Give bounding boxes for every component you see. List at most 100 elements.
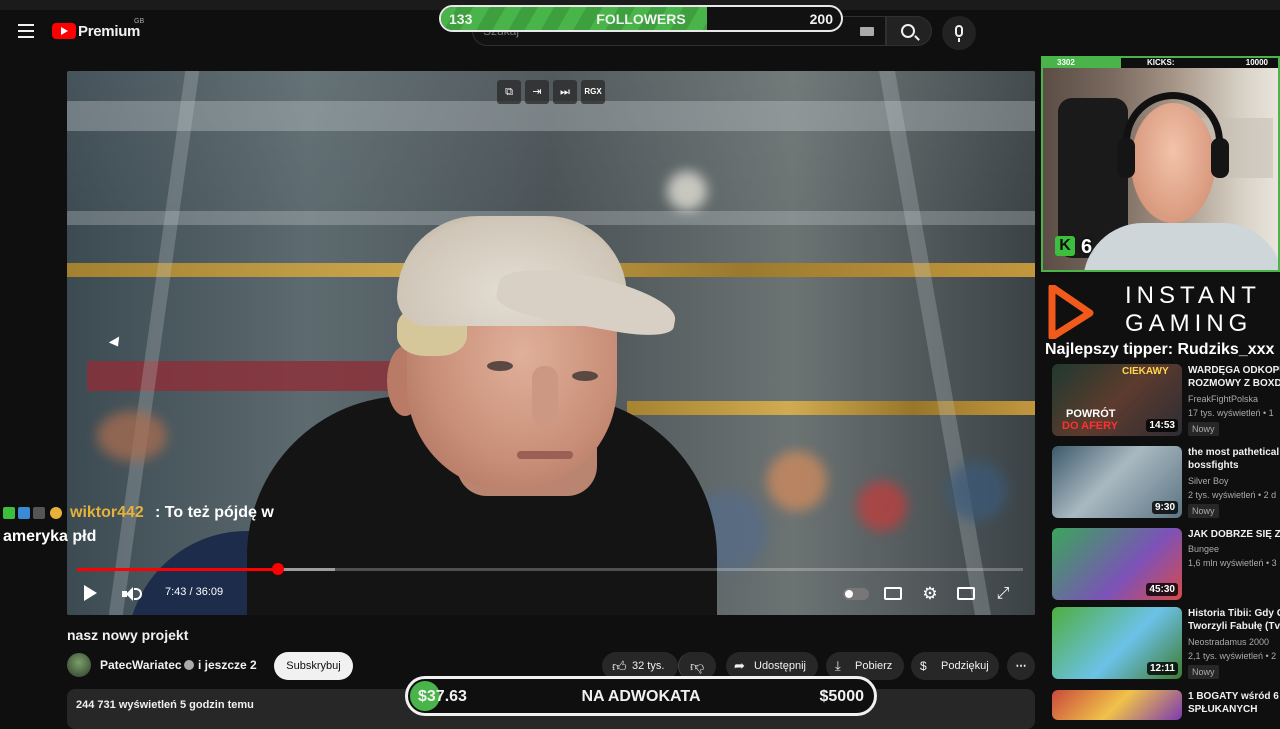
video-title-line2[interactable]: ROZMOWY Z BOXD [1188, 377, 1280, 390]
new-badge: Nowy [1188, 504, 1219, 518]
kick-logo-icon: K [1055, 236, 1075, 256]
video-views: 1,6 mln wyświetleń • 3 [1188, 558, 1277, 568]
thumb-text: DO AFERY [1062, 420, 1119, 432]
sponsor-line2: GAMING [1125, 310, 1253, 337]
view-count-time: 244 731 wyświetleń 5 godzin temu [76, 699, 254, 711]
video-player[interactable] [67, 71, 1035, 615]
logo-region: GB [134, 18, 145, 25]
rgx-button[interactable]: RGX [581, 80, 605, 104]
video-duration: 12:11 [1146, 662, 1178, 675]
recommended-video[interactable]: 9:30 the most pathetical bossfights Silv… [1052, 446, 1280, 524]
instant-gaming-logo-icon [1048, 285, 1094, 339]
kicks-label: KICKS: [1147, 58, 1175, 67]
sponsor-line1: INSTANT [1125, 282, 1261, 309]
donation-goal-target: $5000 [819, 688, 865, 705]
thanks-label: Podziękuj [941, 660, 989, 672]
recommended-video[interactable]: 45:30 JAK DOBRZE SIĘ ZI Bungee 1,6 mln w… [1052, 528, 1280, 606]
chat-badges [3, 507, 67, 521]
kick-badge-icon [3, 507, 15, 519]
channel-name[interactable]: Silver Boy [1188, 476, 1229, 486]
kick-count: 6 [1081, 236, 1093, 258]
kicks-bar: 3302 KICKS: 10000 [1043, 58, 1278, 68]
voice-search-button[interactable] [942, 16, 976, 50]
recommended-video[interactable]: 12:11 Historia Tibii: Gdy G Tworzyli Fab… [1052, 607, 1280, 685]
progress-played [77, 568, 279, 571]
donation-goal-label: NA ADWOKATA [581, 688, 701, 705]
kicks-right-value: 10000 [1245, 58, 1268, 67]
verified-icon [184, 660, 194, 670]
followers-goal-target: 200 [809, 11, 833, 27]
streamer-webcam: 3302 KICKS: 10000 K 6 [1041, 56, 1280, 272]
chat-username: wiktor442 [70, 504, 144, 521]
next-icon[interactable]: ⏭ [553, 80, 577, 104]
more-actions-icon[interactable]: ⋯ [1007, 652, 1035, 680]
channel-name[interactable]: Bungee [1188, 544, 1219, 554]
channel-name[interactable]: FreakFightPolska [1188, 394, 1258, 404]
video-progress-bar[interactable] [77, 563, 1023, 575]
video-thumbnail[interactable]: 45:30 [1052, 528, 1182, 600]
settings-gear-icon[interactable]: ⚙ [921, 585, 939, 603]
video-title[interactable]: Historia Tibii: Gdy G [1188, 607, 1280, 620]
video-title-line2[interactable]: Tworzyli Fabułę (Tv [1188, 620, 1280, 633]
theater-mode-icon[interactable] [957, 585, 975, 603]
video-title[interactable]: the most pathetical [1188, 446, 1280, 459]
logo-text: Premium [78, 23, 141, 40]
youtube-premium-logo[interactable]: Premium GB [52, 18, 144, 40]
video-title[interactable]: JAK DOBRZE SIĘ ZI [1188, 528, 1280, 541]
search-button[interactable] [886, 16, 932, 46]
gun-badge-icon [33, 507, 45, 519]
video-duration: 45:30 [1146, 583, 1178, 596]
fullscreen-icon[interactable]: ⤢ [994, 585, 1012, 603]
chat-text: : To też pójdę w [155, 504, 274, 521]
video-title[interactable]: WARDĘGA ODKOPU [1188, 364, 1280, 377]
video-duration: 14:53 [1146, 419, 1178, 432]
followers-goal-label: FOLLOWERS [596, 11, 686, 27]
video-frame [67, 71, 1035, 615]
avatar[interactable] [67, 653, 91, 677]
thanks-icon: $ [920, 659, 927, 673]
channel-name[interactable]: PatecWariatec [100, 658, 182, 672]
instant-gaming-banner: INSTANT GAMING [1041, 277, 1280, 345]
chat-text-line2: ameryka płd [3, 528, 97, 545]
video-duration: 9:30 [1151, 501, 1178, 514]
sub-badge-icon [18, 507, 30, 519]
collab-more[interactable]: i jeszcze 2 [198, 658, 257, 672]
video-title: nasz nowy projekt [67, 627, 189, 643]
new-badge: Nowy [1188, 665, 1219, 679]
gift-badge-icon [50, 507, 62, 519]
thumb-text: POWRÓT [1066, 408, 1116, 420]
menu-icon[interactable] [18, 24, 34, 38]
recommended-video[interactable]: CIEKAWY POWRÓT DO AFERY 14:53 WARDĘGA OD… [1052, 364, 1280, 442]
video-thumbnail[interactable]: 12:11 [1052, 607, 1182, 679]
kicks-left-value: 3302 [1057, 58, 1075, 67]
miniplayer-icon[interactable]: ⧉ [497, 80, 521, 104]
open-icon[interactable]: ⇥ [525, 80, 549, 104]
video-thumbnail[interactable] [1052, 690, 1182, 720]
video-title-line2[interactable]: bossfights [1188, 459, 1280, 472]
recommended-video[interactable]: 1 BOGATY wśród 6 SPŁUKANYCH [1052, 690, 1280, 720]
video-thumbnail[interactable]: 9:30 [1052, 446, 1182, 518]
video-views: 17 tys. wyświetleń • 1 [1188, 408, 1274, 418]
thanks-button[interactable]: $ Podziękuj [911, 652, 999, 680]
keyboard-icon[interactable] [860, 27, 874, 36]
video-views: 2,1 tys. wyświetleń • 2 [1188, 651, 1277, 661]
video-title[interactable]: 1 BOGATY wśród 6 [1188, 690, 1280, 703]
subscribe-button[interactable]: Subskrybuj [274, 652, 353, 680]
volume-icon[interactable] [122, 586, 142, 602]
followers-goal-current: 133 [449, 11, 473, 27]
video-title-line2[interactable]: SPŁUKANYCH [1188, 703, 1280, 716]
donation-goal-bar: NA ADWOKATA $37.63 $5000 [405, 676, 877, 716]
new-badge: Nowy [1188, 422, 1219, 436]
donation-goal-current: $37.63 [418, 688, 467, 705]
followers-goal-bar: FOLLOWERS 133 200 [439, 5, 843, 32]
person-in-video [127, 146, 717, 615]
time-display: 7:43 / 36:09 [165, 586, 224, 598]
microphone-icon [955, 25, 963, 37]
thumb-text: CIEKAWY [1122, 366, 1169, 377]
subtitles-icon[interactable] [884, 585, 902, 603]
channel-name[interactable]: Neostradamus 2000 [1188, 637, 1269, 647]
autoplay-toggle[interactable] [843, 588, 869, 600]
video-thumbnail[interactable]: CIEKAWY POWRÓT DO AFERY 14:53 [1052, 364, 1182, 436]
youtube-play-icon [52, 23, 76, 39]
play-icon[interactable] [84, 585, 97, 601]
